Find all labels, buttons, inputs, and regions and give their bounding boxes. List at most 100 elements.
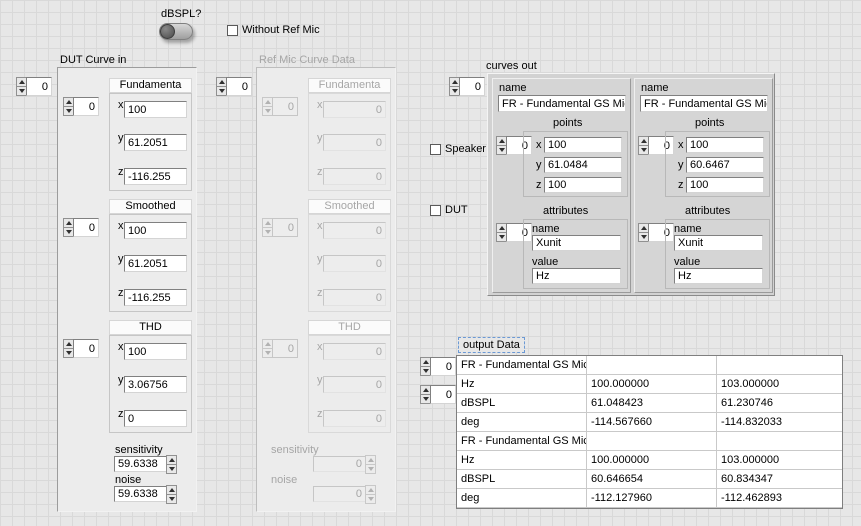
spinner-icon <box>166 485 177 504</box>
ref-section-smoothed: Smoothed 0 x 0 y 0 z 0 <box>257 199 397 314</box>
point-cluster: x 0 y 0 z 0 <box>308 335 391 433</box>
index-value[interactable]: 0 <box>73 97 99 116</box>
sensitivity-field: 0 <box>313 456 366 472</box>
dut-section-thd: THD 0 x 100 y 3.06756 z 0 <box>58 320 198 435</box>
front-panel: dBSPL? Without Ref Mic 0 DUT Curve in Fu… <box>0 0 861 526</box>
speaker-label: Speaker <box>445 143 486 155</box>
x-label: x <box>317 99 323 111</box>
decrement-button[interactable] <box>166 464 177 474</box>
attr-name-field[interactable]: Xunit <box>674 235 763 251</box>
attr-value-field[interactable]: Hz <box>674 268 763 284</box>
z-label: z <box>118 408 124 420</box>
x-value-field[interactable]: 100 <box>544 137 622 153</box>
attr-value-label: value <box>532 256 558 268</box>
table-cell[interactable]: deg <box>457 489 587 508</box>
y-value-field[interactable]: 3.06756 <box>124 376 187 393</box>
table-cell[interactable]: FR - Fundamental GS Mic2 <box>457 432 587 451</box>
curves-out-array: name FR - Fundamental GS Mic1 points 0 x… <box>487 73 775 296</box>
curve-name-field[interactable]: FR - Fundamental GS Mic1 <box>498 95 626 112</box>
ref-cluster-title: Ref Mic Curve Data <box>259 54 355 66</box>
sensitivity-field[interactable]: 59.6338 <box>114 456 167 472</box>
x-value-field[interactable]: 100 <box>124 343 187 360</box>
decrement-button[interactable] <box>166 494 177 504</box>
index-value[interactable]: 0 <box>26 77 52 96</box>
table-cell[interactable]: 103.000000 <box>717 451 842 470</box>
x-value-field[interactable]: 100 <box>686 137 764 153</box>
table-cell[interactable]: 103.000000 <box>717 375 842 394</box>
attr-value-field[interactable]: Hz <box>532 268 621 284</box>
index-value[interactable]: 0 <box>226 77 252 96</box>
index-value[interactable]: 0 <box>73 339 99 358</box>
without-ref-mic-checkbox[interactable] <box>227 25 238 36</box>
noise-field[interactable]: 59.6338 <box>114 486 167 502</box>
y-label: y <box>118 374 124 386</box>
x-value-field: 0 <box>323 343 386 360</box>
index-value: 0 <box>272 218 298 237</box>
index-value[interactable]: 0 <box>459 77 485 96</box>
x-label: x <box>317 341 323 353</box>
z-value-field[interactable]: -116.255 <box>124 289 187 306</box>
table-cell[interactable]: FR - Fundamental GS Mic1 <box>457 356 587 375</box>
z-value-field[interactable]: 100 <box>544 177 622 193</box>
table-cell[interactable]: dBSPL <box>457 394 587 413</box>
z-label: z <box>118 287 124 299</box>
section-label: THD <box>109 320 192 335</box>
x-label: x <box>536 139 542 151</box>
table-cell[interactable] <box>717 432 842 451</box>
table-cell[interactable]: 100.000000 <box>587 451 717 470</box>
decrement-button <box>365 494 376 504</box>
x-label: x <box>118 341 124 353</box>
dut-section-fundamental: Fundamenta 0 x 100 y 61.2051 z -116.255 <box>58 78 198 193</box>
table-cell[interactable]: -112.127960 <box>587 489 717 508</box>
y-label: y <box>317 374 323 386</box>
ref-section-thd: THD 0 x 0 y 0 z 0 <box>257 320 397 435</box>
speaker-checkbox[interactable] <box>430 144 441 155</box>
noise-field: 0 <box>313 486 366 502</box>
index-value[interactable]: 0 <box>430 357 456 376</box>
table-cell[interactable] <box>717 356 842 375</box>
x-value-field[interactable]: 100 <box>124 222 187 239</box>
table-cell[interactable]: 61.230746 <box>717 394 842 413</box>
index-value[interactable]: 0 <box>73 218 99 237</box>
z-label: z <box>118 166 124 178</box>
attr-name-field[interactable]: Xunit <box>532 235 621 251</box>
table-cell[interactable] <box>587 356 717 375</box>
z-value-field[interactable]: 0 <box>124 410 187 427</box>
table-cell[interactable]: Hz <box>457 451 587 470</box>
x-label: x <box>317 220 323 232</box>
table-cell[interactable]: -114.832033 <box>717 413 842 432</box>
section-label: Fundamenta <box>308 78 391 93</box>
y-value-field[interactable]: 61.0484 <box>544 157 622 173</box>
curve-name-field[interactable]: FR - Fundamental GS Mic2 <box>640 95 768 112</box>
without-ref-mic-label: Without Ref Mic <box>242 24 320 36</box>
y-value-field[interactable]: 60.6467 <box>686 157 764 173</box>
z-label: z <box>317 287 323 299</box>
z-value-field[interactable]: 100 <box>686 177 764 193</box>
table-cell[interactable]: 60.834347 <box>717 470 842 489</box>
table-cell[interactable]: Hz <box>457 375 587 394</box>
table-cell[interactable] <box>587 432 717 451</box>
spinner-icon <box>365 485 376 504</box>
section-label: Fundamenta <box>109 78 192 93</box>
y-label: y <box>317 132 323 144</box>
x-value-field[interactable]: 100 <box>124 101 187 118</box>
dut-checkbox[interactable] <box>430 205 441 216</box>
table-cell[interactable]: -114.567660 <box>587 413 717 432</box>
index-value[interactable]: 0 <box>430 385 456 404</box>
decrement-button <box>365 464 376 474</box>
toggle-knob-icon[interactable] <box>160 24 175 39</box>
table-cell[interactable]: deg <box>457 413 587 432</box>
table-cell[interactable]: dBSPL <box>457 470 587 489</box>
y-label: y <box>536 159 542 171</box>
y-label: y <box>118 253 124 265</box>
table-cell[interactable]: 61.048423 <box>587 394 717 413</box>
table-cell[interactable]: 60.646654 <box>587 470 717 489</box>
dbspl-toggle[interactable] <box>159 23 193 40</box>
z-value-field[interactable]: -116.255 <box>124 168 187 185</box>
table-cell[interactable]: 100.000000 <box>587 375 717 394</box>
y-value-field[interactable]: 61.2051 <box>124 134 187 151</box>
table-cell[interactable]: -112.462893 <box>717 489 842 508</box>
y-value-field[interactable]: 61.2051 <box>124 255 187 272</box>
section-label: THD <box>308 320 391 335</box>
ref-mic-curve-cluster: Fundamenta 0 x 0 y 0 z 0 Smoothed <box>256 67 396 512</box>
